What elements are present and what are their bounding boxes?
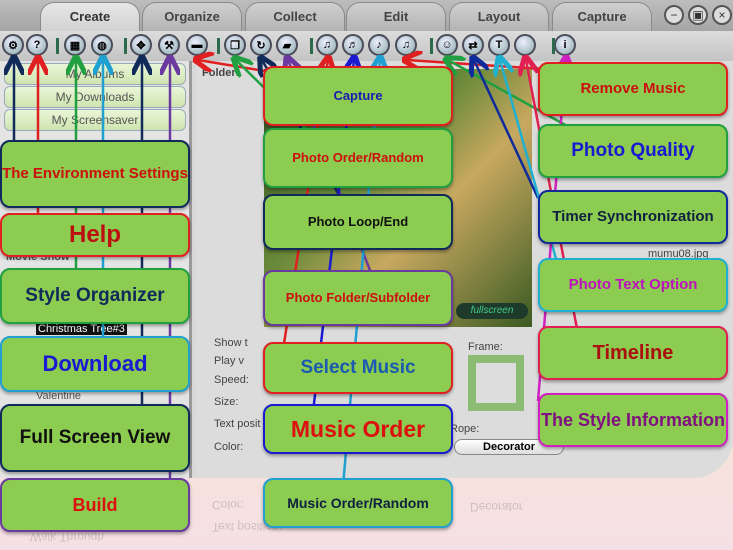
- size-label: Size:: [214, 396, 239, 408]
- text-position-label: Text posit: [214, 418, 261, 430]
- tab-collect[interactable]: Collect: [245, 2, 345, 31]
- frame-thumbnail[interactable]: [468, 355, 524, 411]
- minimize-button[interactable]: −: [664, 5, 684, 25]
- fullscreen-button[interactable]: fullscreen: [456, 303, 528, 319]
- timeline-icon[interactable]: [514, 34, 536, 56]
- callout-music-order: Music Order: [263, 404, 453, 454]
- tree-item-christmas-tree[interactable]: Christmas Tree#3: [36, 323, 127, 335]
- toolbar-separator: [552, 38, 555, 54]
- reflection-decorator: Decorator: [470, 500, 523, 514]
- frame-label: Frame:: [468, 341, 503, 353]
- build-icon[interactable]: ⚒: [158, 34, 180, 56]
- callout-fullscreen: Full Screen View: [0, 404, 190, 472]
- download-icon[interactable]: ◍: [91, 34, 113, 56]
- callout-style-info: The Style Information: [538, 393, 728, 447]
- help-icon[interactable]: ?: [26, 34, 48, 56]
- toolbar-separator: [124, 38, 127, 54]
- music-order-icon[interactable]: ♬: [342, 34, 364, 56]
- show-text-checkbox[interactable]: Show t: [214, 337, 248, 349]
- music-order-random-icon[interactable]: ♪: [368, 34, 390, 56]
- nav-my-albums[interactable]: My Albums: [4, 63, 186, 85]
- callout-select-music: Select Music: [263, 342, 453, 394]
- tab-layout[interactable]: Layout: [449, 2, 549, 31]
- speed-label: Speed:: [214, 374, 249, 386]
- tab-organize[interactable]: Organize: [142, 2, 242, 31]
- nav-my-downloads[interactable]: My Downloads: [4, 86, 186, 108]
- rope-label: Rope:: [450, 423, 480, 435]
- tab-edit[interactable]: Edit: [346, 2, 446, 31]
- callout-photo-quality: Photo Quality: [538, 124, 728, 178]
- tab-capture[interactable]: Capture: [552, 2, 652, 31]
- reflection-walk-text: Walk Through: [30, 530, 105, 544]
- callout-env: The Environment Settings: [0, 140, 190, 208]
- photo-order-random-icon[interactable]: ❐: [224, 34, 246, 56]
- photo-text-option-icon[interactable]: T: [488, 34, 510, 56]
- callout-capture: Capture: [263, 66, 453, 126]
- full-screen-icon[interactable]: ✥: [130, 34, 152, 56]
- style-info-icon[interactable]: i: [554, 34, 576, 56]
- callout-photo-order: Photo Order/Random: [263, 128, 453, 188]
- callout-timer-sync: Timer Synchronization: [538, 190, 728, 244]
- toolbar-separator: [310, 38, 313, 54]
- callout-build: Build: [0, 478, 190, 532]
- capture-icon[interactable]: ▬: [186, 34, 208, 56]
- reflection-color: Color:: [212, 498, 245, 512]
- restore-button[interactable]: ▣: [688, 5, 708, 25]
- remove-music-icon[interactable]: ♫: [395, 34, 417, 56]
- folder-label: Folder:: [202, 67, 240, 79]
- callout-help: Help: [0, 213, 190, 257]
- timer-sync-icon[interactable]: ⇄: [462, 34, 484, 56]
- environment-settings-icon[interactable]: ⚙: [2, 34, 24, 56]
- callout-photo-text: Photo Text Option: [538, 258, 728, 312]
- photo-quality-icon[interactable]: ☺: [436, 34, 458, 56]
- callout-photo-loop: Photo Loop/End: [263, 194, 453, 250]
- callout-photo-folder: Photo Folder/Subfolder: [263, 270, 453, 326]
- toolbar-separator: [217, 38, 220, 54]
- toolbar-separator: [56, 38, 59, 54]
- nav-my-screensaver[interactable]: My Screensaver: [4, 109, 186, 131]
- callout-download: Download: [0, 336, 190, 392]
- style-organizer-icon[interactable]: ▦: [64, 34, 86, 56]
- photo-folder-icon[interactable]: ▰: [276, 34, 298, 56]
- callout-remove-music: Remove Music: [538, 62, 728, 116]
- toolbar: ⚙? ▦ ◍ ✥ ⚒ ▬ ❐ ↻ ▰ ♫ ♬ ♪ ♫ ☺ ⇄ Ti: [0, 31, 733, 61]
- callout-timeline: Timeline: [538, 326, 728, 380]
- tab-bar: Create Organize Collect Edit Layout Capt…: [0, 0, 733, 31]
- color-label: Color:: [214, 441, 244, 453]
- select-music-icon[interactable]: ♫: [316, 34, 338, 56]
- play-checkbox[interactable]: Play v: [214, 355, 244, 367]
- close-button[interactable]: ×: [712, 5, 732, 25]
- photo-loop-end-icon[interactable]: ↻: [250, 34, 272, 56]
- callout-music-order-random: Music Order/Random: [263, 478, 453, 528]
- tab-create[interactable]: Create: [40, 2, 140, 31]
- toolbar-separator: [430, 38, 433, 54]
- callout-style-org: Style Organizer: [0, 268, 190, 324]
